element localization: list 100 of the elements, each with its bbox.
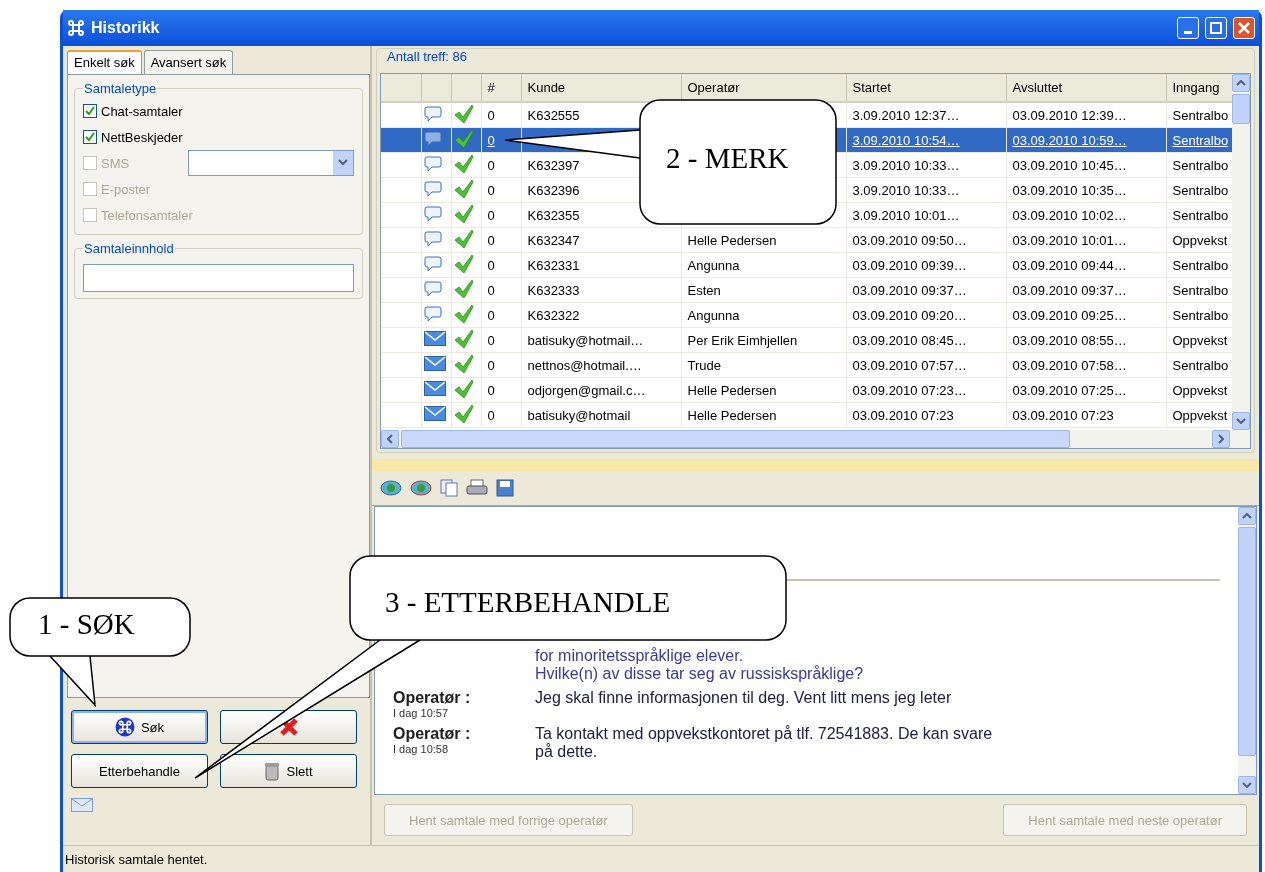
checkmark-icon: [453, 178, 474, 199]
scroll-up-button[interactable]: [1238, 507, 1256, 525]
checkbox[interactable]: [83, 130, 97, 144]
table-cell: 03.09.2010 10:45…: [1012, 157, 1127, 173]
table-cell: 03.09.2010 07:23…: [852, 382, 967, 398]
table-cell: batisuky@hotmail…: [527, 332, 644, 348]
table-cell: K632347: [527, 232, 580, 248]
table-cell: 3.09.2010 10:54…: [852, 132, 960, 148]
table-cell: 0: [487, 307, 495, 323]
table-cell: 03.09.2010 07:23: [852, 407, 954, 423]
scroll-down-button[interactable]: [1238, 776, 1256, 794]
table-cell: K632396: [527, 182, 580, 198]
table-cell: Sentralbo: [1172, 282, 1229, 298]
column-header[interactable]: #: [481, 74, 521, 102]
table-cell: 03.09.2010 07:25…: [1012, 382, 1127, 398]
checkbox-label: Chat-samtaler: [101, 103, 183, 119]
table-cell: 03.09.2010 09:25…: [1012, 307, 1127, 323]
table-cell: 0: [487, 232, 495, 248]
scroll-thumb[interactable]: [1238, 527, 1256, 756]
table-cell: 3.09.2010 10:33…: [852, 182, 960, 198]
message-text: for minoritetsspråklige elever.: [535, 647, 744, 664]
search-button[interactable]: Søk: [71, 710, 208, 744]
checkmark-icon: [453, 278, 474, 299]
table-cell: 03.09.2010 09:37…: [852, 282, 967, 298]
globe-icon[interactable]: [380, 479, 402, 497]
table-cell: Sentralbo: [1172, 357, 1229, 373]
checkmark-icon: [453, 353, 474, 374]
envelope-icon: [423, 406, 446, 421]
table-cell: 0: [487, 107, 495, 123]
minimize-button[interactable]: [1177, 17, 1199, 39]
copy-icon[interactable]: [440, 479, 458, 497]
table-cell: 3.09.2010 10:01…: [852, 207, 960, 223]
table-cell: batisuky@hotmail: [527, 407, 631, 423]
scroll-up-button[interactable]: [1232, 74, 1250, 92]
scroll-down-button[interactable]: [1232, 412, 1250, 430]
tab[interactable]: Enkelt søk: [67, 50, 142, 75]
table-cell: 03.09.2010 12:39…: [1012, 107, 1127, 123]
message-text: Ta kontakt med oppvekstkontoret på tlf. 72541883. De kan svare: [535, 725, 993, 742]
action-button[interactable]: Etterbehandle: [71, 754, 208, 788]
speech-bubble-icon: [423, 280, 442, 297]
checkmark-icon: [453, 153, 474, 174]
table-cell: Sentralbo: [1172, 132, 1229, 148]
scroll-right-button[interactable]: [1212, 430, 1230, 448]
cross-icon: [278, 717, 299, 737]
checkbox-label: Telefonsamtaler: [101, 207, 193, 223]
table-cell: 0: [487, 357, 495, 373]
table-cell: 03.09.2010 09:37…: [1012, 282, 1127, 298]
envelope-icon: [423, 331, 446, 346]
scroll-thumb[interactable]: [401, 430, 1070, 448]
column-header[interactable]: Kunde: [521, 74, 681, 102]
message-text: Hvilke(n) av disse tar seg av russiskspråklige?: [535, 665, 864, 682]
checkbox-label: NettBeskjeder: [101, 129, 183, 145]
table-cell: odjorgen@gmail.c…: [527, 382, 646, 398]
timestamp: I dag 10:57: [393, 707, 450, 719]
delete-button[interactable]: Slett: [220, 754, 357, 788]
save-icon[interactable]: [496, 479, 514, 497]
table-cell: 0: [487, 382, 495, 398]
scroll-left-button[interactable]: [381, 430, 399, 448]
table-cell: 3.09.2010 12:37…: [852, 107, 960, 123]
table-cell: 3.09.2010 10:33…: [852, 157, 960, 173]
globe-icon[interactable]: [410, 479, 432, 497]
table-cell: Angunna: [687, 307, 740, 323]
tab[interactable]: Avansert søk: [143, 50, 234, 74]
table-cell: 03.09.2010 10:35…: [1012, 182, 1127, 198]
sender-name: Operatør :: [393, 725, 472, 743]
table-cell: K632555: [527, 107, 580, 123]
column-header[interactable]: Inngang: [1166, 74, 1232, 102]
speech-bubble-icon: [423, 230, 442, 247]
callout-text: 3 - ETTERBEHANDLE: [385, 586, 671, 619]
checkmark-icon: [453, 128, 474, 149]
column-header[interactable]: Avsluttet: [1006, 74, 1166, 102]
table-cell: Angunna: [687, 257, 740, 273]
checkbox[interactable]: [83, 104, 97, 118]
checkmark-icon: [453, 378, 474, 399]
timestamp: I dag 10:58: [393, 743, 450, 755]
checkmark-icon: [453, 303, 474, 324]
close-button[interactable]: [1233, 17, 1255, 39]
scroll-thumb[interactable]: [1232, 94, 1250, 124]
table-cell: 03.09.2010 07:57…: [852, 357, 967, 373]
window-title: Historikk: [91, 19, 160, 37]
group-label: Samtaleinnhold: [83, 241, 175, 256]
column-header[interactable]: Operatør: [681, 74, 846, 102]
speech-bubble-icon: [423, 305, 442, 322]
speech-bubble-icon: [423, 180, 442, 197]
sender-name: Operatør :: [393, 689, 472, 707]
print-icon[interactable]: [466, 479, 488, 497]
table-cell: Oppvekst: [1172, 382, 1228, 398]
close-icon: [1238, 22, 1250, 34]
input-field[interactable]: [83, 264, 354, 292]
column-header[interactable]: Startet: [846, 74, 1006, 102]
speech-bubble-icon: [423, 205, 442, 222]
table-cell: Sentralbo: [1172, 307, 1229, 323]
table-cell: 0: [487, 407, 495, 423]
maximize-icon: [1210, 22, 1222, 34]
table-cell: Sentralbo: [1172, 182, 1229, 198]
speech-bubble-icon: [423, 255, 442, 272]
table-cell: 03.09.2010 09:39…: [852, 257, 967, 273]
maximize-button[interactable]: [1205, 17, 1227, 39]
envelope-icon: [423, 381, 446, 396]
checkmark-icon: [453, 253, 474, 274]
